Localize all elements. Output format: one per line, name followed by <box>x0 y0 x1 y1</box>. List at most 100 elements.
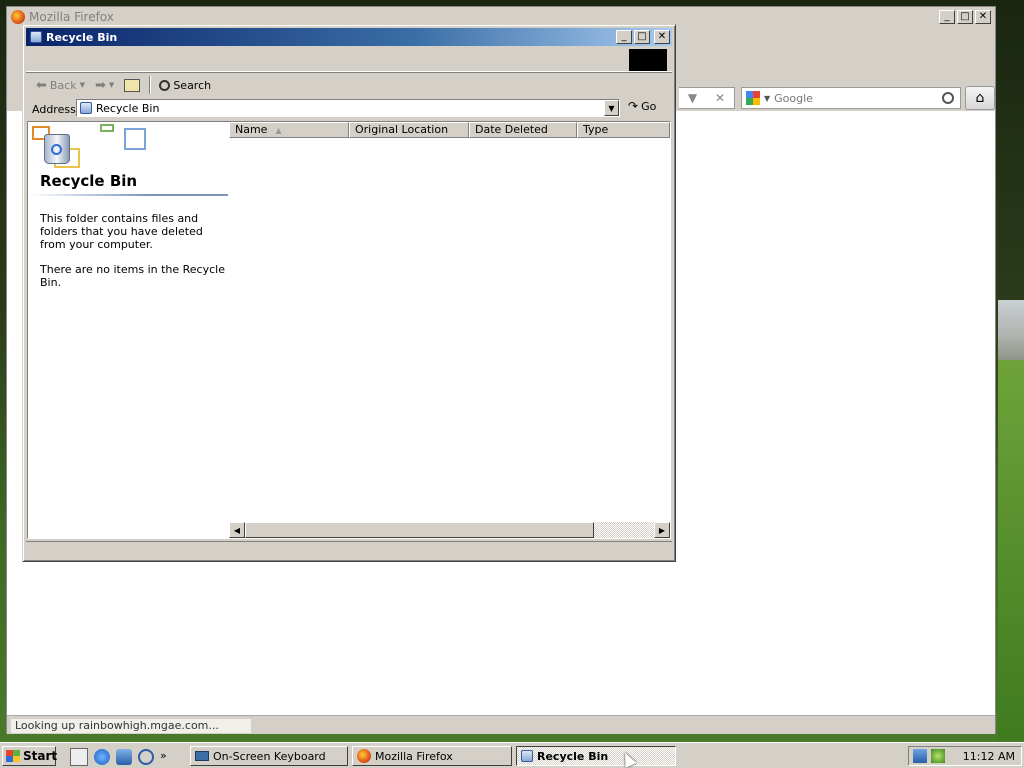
go-label: Go <box>641 99 657 113</box>
maximize-button[interactable]: □ <box>634 30 650 44</box>
search-placeholder[interactable]: Google <box>774 92 938 105</box>
forward-arrow-icon: ➡ <box>95 77 106 93</box>
address-bar: Address Recycle Bin ▼ ↷ Go <box>26 97 672 121</box>
firefox-minimize-button[interactable]: _ <box>939 10 955 24</box>
recycle-bin-caption-buttons: _ □ ✕ <box>616 30 670 44</box>
recycle-bin-statusbar <box>26 541 672 560</box>
forward-dropdown-icon[interactable]: ▼ <box>109 81 114 89</box>
recycle-bin-large-icon <box>44 134 70 164</box>
task-pane: Recycle Bin This folder contains files a… <box>28 122 228 538</box>
folder-up-icon <box>124 78 141 92</box>
firefox-status-text: Looking up rainbowhigh.mgae.com... <box>11 719 251 733</box>
home-icon: ⌂ <box>975 90 985 106</box>
firefox-statusbar: Looking up rainbowhigh.mgae.com... <box>7 715 995 734</box>
column-label-name: Name <box>235 123 268 136</box>
windows-explorer-search-icon[interactable] <box>138 749 154 765</box>
taskbar: Start » On-Screen Keyboard Mozilla Firef… <box>0 742 1024 768</box>
address-recycle-bin-icon <box>80 102 92 114</box>
start-label: Start <box>23 749 58 763</box>
forward-button[interactable]: ➡ ▼ <box>91 77 118 94</box>
firefox-url-bar-end[interactable]: ▼ ✕ <box>679 87 735 109</box>
search-icon <box>159 79 171 91</box>
banner-square-blue <box>124 128 146 150</box>
back-dropdown-icon[interactable]: ▼ <box>80 81 85 89</box>
go-button[interactable]: ↷ Go <box>628 99 656 113</box>
go-arrow-icon: ↷ <box>628 99 639 113</box>
banner-square-green <box>100 124 114 132</box>
column-label-type: Type <box>583 123 609 136</box>
desktop-wallpaper-lawn <box>998 360 1024 740</box>
back-button[interactable]: ⬅ Back ▼ <box>32 77 89 94</box>
pane-title: Recycle Bin <box>40 172 138 190</box>
up-folder-button[interactable] <box>120 77 144 94</box>
scroll-thumb[interactable] <box>245 522 594 538</box>
internet-explorer-icon[interactable] <box>94 749 110 765</box>
search-label: Search <box>173 78 212 92</box>
back-label: Back <box>49 78 77 92</box>
scroll-right-button[interactable]: ▶ <box>654 522 670 538</box>
firefox-search-box[interactable]: ▼ Google <box>741 87 961 109</box>
security-tray-icon[interactable] <box>931 749 945 763</box>
scroll-left-button[interactable]: ◀ <box>229 522 245 538</box>
task-recycle-bin[interactable]: Recycle Bin <box>516 746 676 766</box>
toolbar-separator <box>149 76 151 94</box>
url-clear-icon[interactable]: ✕ <box>715 91 725 105</box>
address-label: Address <box>32 102 76 116</box>
minimize-button[interactable]: _ <box>616 30 632 44</box>
show-desktop-icon[interactable] <box>70 748 88 766</box>
recycle-bin-banner-art <box>30 124 148 174</box>
column-label-date-deleted: Date Deleted <box>475 123 548 136</box>
firefox-caption-buttons: _ □ ✕ <box>939 10 991 24</box>
column-header-date-deleted[interactable]: Date Deleted <box>469 122 577 138</box>
address-input[interactable]: Recycle Bin ▼ <box>76 99 620 117</box>
search-button[interactable]: Search <box>155 77 215 94</box>
task-mozilla-firefox[interactable]: Mozilla Firefox <box>352 746 512 766</box>
google-icon[interactable] <box>746 91 760 105</box>
search-engine-dropdown-icon[interactable]: ▼ <box>764 94 770 103</box>
recycle-bin-title: Recycle Bin <box>46 30 118 44</box>
sort-ascending-icon: ▲ <box>275 126 282 135</box>
column-headers: Name ▲ Original Location Date Deleted Typ… <box>229 122 670 138</box>
pane-divider <box>28 194 228 196</box>
task-label-firefox: Mozilla Firefox <box>375 749 453 763</box>
clock[interactable]: 11:12 AM <box>963 750 1015 763</box>
file-list[interactable]: Name ▲ Original Location Date Deleted Typ… <box>229 122 670 538</box>
quick-launch: » <box>70 748 167 766</box>
firefox-title: Mozilla Firefox <box>29 10 114 24</box>
address-dropdown-button[interactable]: ▼ <box>604 100 619 116</box>
task-label-keyboard: On-Screen Keyboard <box>213 749 326 763</box>
recycle-bin-task-icon <box>521 750 533 762</box>
firefox-maximize-button[interactable]: □ <box>957 10 973 24</box>
task-label-recycle-bin: Recycle Bin <box>537 749 609 763</box>
firefox-close-button[interactable]: ✕ <box>975 10 991 24</box>
task-on-screen-keyboard[interactable]: On-Screen Keyboard <box>190 746 348 766</box>
keyboard-icon <box>195 751 209 761</box>
firefox-task-icon <box>357 749 371 763</box>
windows-throbber <box>629 49 667 71</box>
folder-view[interactable]: Recycle Bin This folder contains files a… <box>27 121 671 539</box>
home-button[interactable]: ⌂ <box>965 86 995 110</box>
pane-description: This folder contains files and folders t… <box>40 212 203 251</box>
outlook-express-icon[interactable] <box>116 749 132 765</box>
quick-launch-more-icon[interactable]: » <box>160 749 167 765</box>
start-button[interactable]: Start <box>2 746 58 766</box>
empty-message: There are no items in the Recycle Bin. <box>40 263 225 289</box>
search-magnifier-icon[interactable] <box>942 92 954 104</box>
url-dropdown-icon[interactable]: ▼ <box>688 91 697 105</box>
column-header-original-location[interactable]: Original Location <box>349 122 469 138</box>
recycle-bin-window[interactable]: Recycle Bin _ □ ✕ ⬅ Back ▼ ➡ ▼ Search Ad… <box>22 24 676 562</box>
network-tray-icon[interactable] <box>913 749 927 763</box>
recycle-bin-titlebar[interactable]: Recycle Bin _ □ ✕ <box>26 28 672 46</box>
system-tray: 11:12 AM <box>908 746 1022 766</box>
standard-toolbar: ⬅ Back ▼ ➡ ▼ Search <box>26 73 672 97</box>
column-header-type[interactable]: Type <box>577 122 670 138</box>
column-header-name[interactable]: Name ▲ <box>229 122 349 138</box>
desktop-wallpaper-building <box>998 300 1024 360</box>
horizontal-scrollbar[interactable]: ◀ ▶ <box>229 522 670 538</box>
firefox-logo-icon <box>11 10 25 24</box>
scroll-track[interactable] <box>594 522 654 538</box>
address-value[interactable]: Recycle Bin <box>96 102 159 115</box>
windows-logo-icon <box>6 750 20 762</box>
menu-bar <box>26 47 672 72</box>
close-button[interactable]: ✕ <box>654 30 670 44</box>
